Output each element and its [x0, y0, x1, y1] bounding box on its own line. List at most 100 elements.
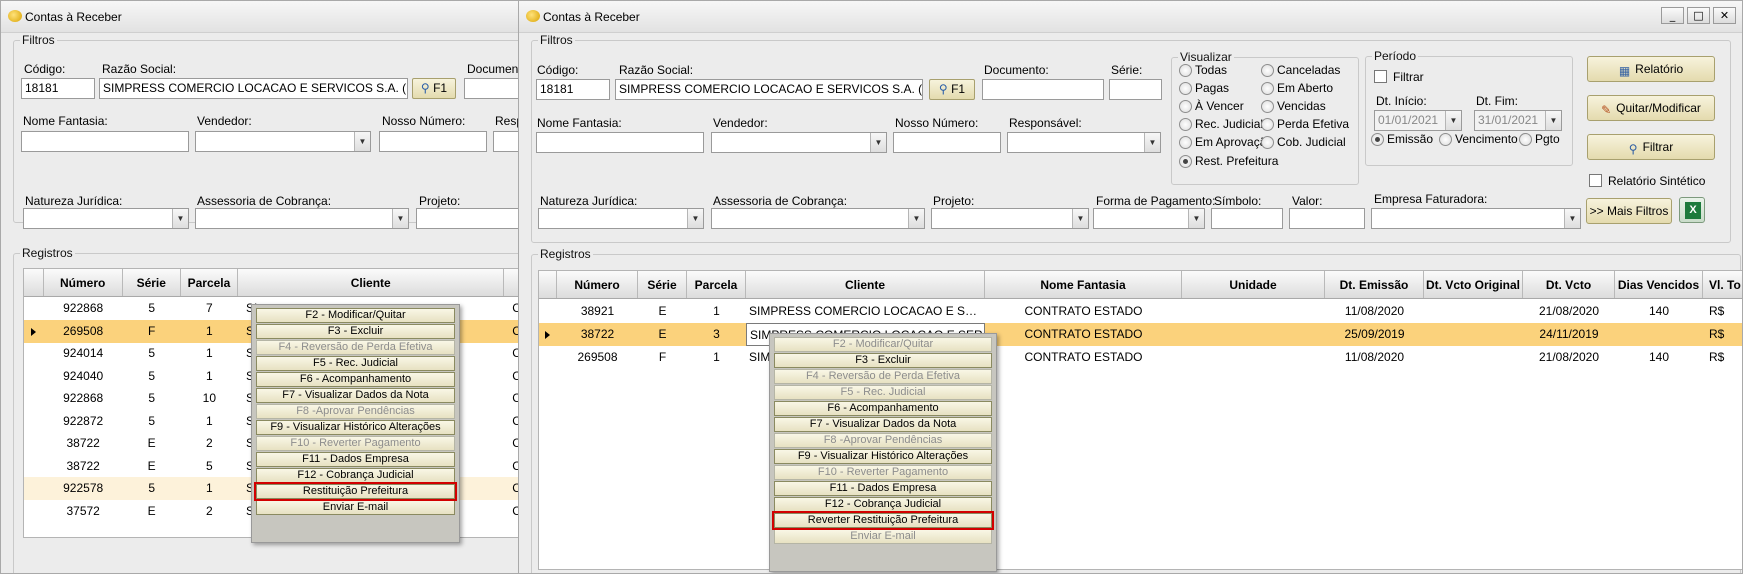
coins-icon: [526, 10, 540, 22]
projeto-select[interactable]: [416, 208, 519, 229]
dt-inicio-date[interactable]: 01/01/2021 ▼: [1374, 110, 1462, 131]
forma-pagamento-select[interactable]: ▼: [1093, 208, 1205, 229]
razao-social-input[interactable]: SIMPRESS COMERCIO LOCACAO E SERVICOS S.A…: [615, 79, 923, 100]
menu-item[interactable]: F3 - Excluir: [256, 324, 455, 339]
responsavel-select[interactable]: ▼: [1007, 132, 1161, 153]
nosso-numero-input[interactable]: [379, 131, 487, 152]
menu-item[interactable]: F6 - Acompanhamento: [256, 372, 455, 387]
col-serie[interactable]: Série: [123, 269, 181, 296]
menu-item[interactable]: F3 - Excluir: [774, 353, 992, 368]
col-nome-fantasia[interactable]: Nome Fantasia: [985, 271, 1182, 298]
natureza-juridica-select[interactable]: ▼: [23, 208, 189, 229]
menu-item[interactable]: F12 - Cobrança Judicial: [256, 468, 455, 483]
date-type-radio[interactable]: Pgto: [1519, 132, 1560, 146]
visualizar-radio[interactable]: Cob. Judicial: [1261, 135, 1346, 149]
menu-item[interactable]: F9 - Visualizar Histórico Alterações: [774, 449, 992, 464]
dt-fim-date[interactable]: 31/01/2021 ▼: [1474, 110, 1562, 131]
menu-item[interactable]: F6 - Acompanhamento: [774, 401, 992, 416]
forma-pagamento-label: Forma de Pagamento:: [1096, 194, 1216, 208]
menu-item[interactable]: Enviar E-mail: [256, 500, 455, 515]
col-cliente[interactable]: Cliente: [746, 271, 985, 298]
edit-pencil-icon: ✎: [1601, 103, 1612, 117]
visualizar-radio[interactable]: Rest. Prefeitura: [1179, 154, 1278, 168]
row-indicator-header: [24, 269, 44, 296]
col-dt-emissao[interactable]: Dt. Emissão: [1325, 271, 1424, 298]
valor-input[interactable]: [1289, 208, 1365, 229]
filtrar-label: Filtrar: [1642, 140, 1674, 154]
date-type-radio[interactable]: Emissão: [1371, 132, 1433, 146]
col-serie[interactable]: Série: [638, 271, 687, 298]
visualizar-radio[interactable]: Pagas: [1179, 81, 1229, 95]
window-title: Contas à Receber: [543, 10, 640, 24]
table-row[interactable]: 38921 E 1 SIMPRESS COMERCIO LOCACAO E SERVI…: [539, 300, 1742, 323]
relatorio-sintetico-checkbox[interactable]: [1589, 174, 1602, 187]
visualizar-radio[interactable]: Todas: [1179, 63, 1227, 77]
menu-item[interactable]: F5 - Rec. Judicial: [256, 356, 455, 371]
col-dt-vcto-original[interactable]: Dt. Vcto Original: [1424, 271, 1523, 298]
visualizar-radio[interactable]: Em Aprovação: [1179, 135, 1273, 149]
razao-social-input[interactable]: SIMPRESS COMERCIO LOCACAO E SERVICOS S.A…: [99, 78, 408, 99]
close-button[interactable]: ✕: [1713, 7, 1736, 24]
visualizar-radio[interactable]: Vencidas: [1261, 99, 1326, 113]
col-valor-total[interactable]: Vl. To: [1703, 271, 1742, 298]
date-type-radio[interactable]: Vencimento: [1439, 132, 1518, 146]
assessoria-select[interactable]: ▼: [711, 208, 925, 229]
codigo-input[interactable]: 18181: [536, 79, 610, 100]
export-excel-button[interactable]: X: [1679, 197, 1705, 223]
menu-item[interactable]: F2 - Modificar/Quitar: [256, 308, 455, 323]
documento-input[interactable]: [982, 79, 1104, 100]
menu-item[interactable]: Restituição Prefeitura: [254, 482, 457, 501]
chevron-down-icon: ▼: [354, 132, 370, 151]
table-row[interactable]: 269508 F 1 SIMPR CONTRATO ESTADO 11/08/2020 21…: [539, 346, 1742, 369]
documento-input[interactable]: [464, 78, 519, 99]
col-parcela[interactable]: Parcela: [687, 271, 746, 298]
nosso-numero-input[interactable]: [893, 132, 1001, 153]
relatorio-button[interactable]: ▦ Relatório: [1587, 56, 1715, 82]
assessoria-select[interactable]: ▼: [195, 208, 409, 229]
table-cell: 21/08/2020: [1538, 350, 1600, 364]
menu-item[interactable]: F12 - Cobrança Judicial: [774, 497, 992, 512]
visualizar-radio[interactable]: Em Aberto: [1261, 81, 1333, 95]
quitar-modificar-button[interactable]: ✎ Quitar/Modificar: [1587, 95, 1715, 121]
registros-legend: Registros: [22, 246, 73, 260]
menu-item[interactable]: Reverter Restituição Prefeitura: [772, 511, 994, 530]
nome-fantasia-input[interactable]: [21, 131, 189, 152]
f1-search-button[interactable]: ⚲ F1: [929, 79, 975, 100]
col-cliente[interactable]: Cliente: [238, 269, 505, 296]
simbolo-input[interactable]: [1211, 208, 1283, 229]
menu-item[interactable]: F7 - Visualizar Dados da Nota: [774, 417, 992, 432]
responsavel-select[interactable]: [493, 131, 519, 152]
projeto-select[interactable]: ▼: [931, 208, 1089, 229]
registros-grid[interactable]: Número Série Parcela Cliente Nome Fantas…: [538, 270, 1742, 570]
mais-filtros-button[interactable]: >> Mais Filtros: [1586, 198, 1672, 224]
col-unidade[interactable]: Unidade: [1182, 271, 1325, 298]
menu-item: F8 -Aprovar Pendências: [256, 404, 455, 419]
maximize-button[interactable]: □: [1687, 7, 1710, 24]
menu-item[interactable]: F7 - Visualizar Dados da Nota: [256, 388, 455, 403]
menu-item[interactable]: F9 - Visualizar Histórico Alterações: [256, 420, 455, 435]
f1-search-button[interactable]: ⚲ F1: [412, 78, 456, 99]
filtrar-button[interactable]: ⚲ Filtrar: [1587, 134, 1715, 160]
minimize-button[interactable]: _: [1661, 7, 1684, 24]
codigo-input[interactable]: 18181: [21, 78, 95, 99]
visualizar-radio[interactable]: Canceladas: [1261, 63, 1340, 77]
col-dt-vcto[interactable]: Dt. Vcto: [1523, 271, 1615, 298]
vendedor-select[interactable]: ▼: [195, 131, 371, 152]
menu-item[interactable]: F11 - Dados Empresa: [774, 481, 992, 496]
filtrar-periodo-checkbox[interactable]: [1374, 70, 1387, 83]
empresa-faturadora-select[interactable]: ▼: [1371, 208, 1581, 229]
table-row[interactable]: 38722E3SIMPRESS COMERCIO LOCACAO E SERCO…: [539, 323, 1742, 346]
visualizar-radio[interactable]: Perda Efetiva: [1261, 117, 1349, 131]
natureza-juridica-select[interactable]: ▼: [538, 208, 704, 229]
col-parcela[interactable]: Parcela: [181, 269, 239, 296]
serie-input[interactable]: [1109, 79, 1162, 100]
menu-item[interactable]: F11 - Dados Empresa: [256, 452, 455, 467]
nome-fantasia-label: Nome Fantasia:: [23, 114, 108, 128]
col-dias-vencidos[interactable]: Dias Vencidos: [1615, 271, 1703, 298]
col-numero[interactable]: Número: [44, 269, 123, 296]
nome-fantasia-input[interactable]: [536, 132, 704, 153]
col-numero[interactable]: Número: [557, 271, 638, 298]
visualizar-radio[interactable]: Rec. Judicial: [1179, 117, 1263, 131]
vendedor-select[interactable]: ▼: [711, 132, 887, 153]
visualizar-radio[interactable]: À Vencer: [1179, 99, 1244, 113]
